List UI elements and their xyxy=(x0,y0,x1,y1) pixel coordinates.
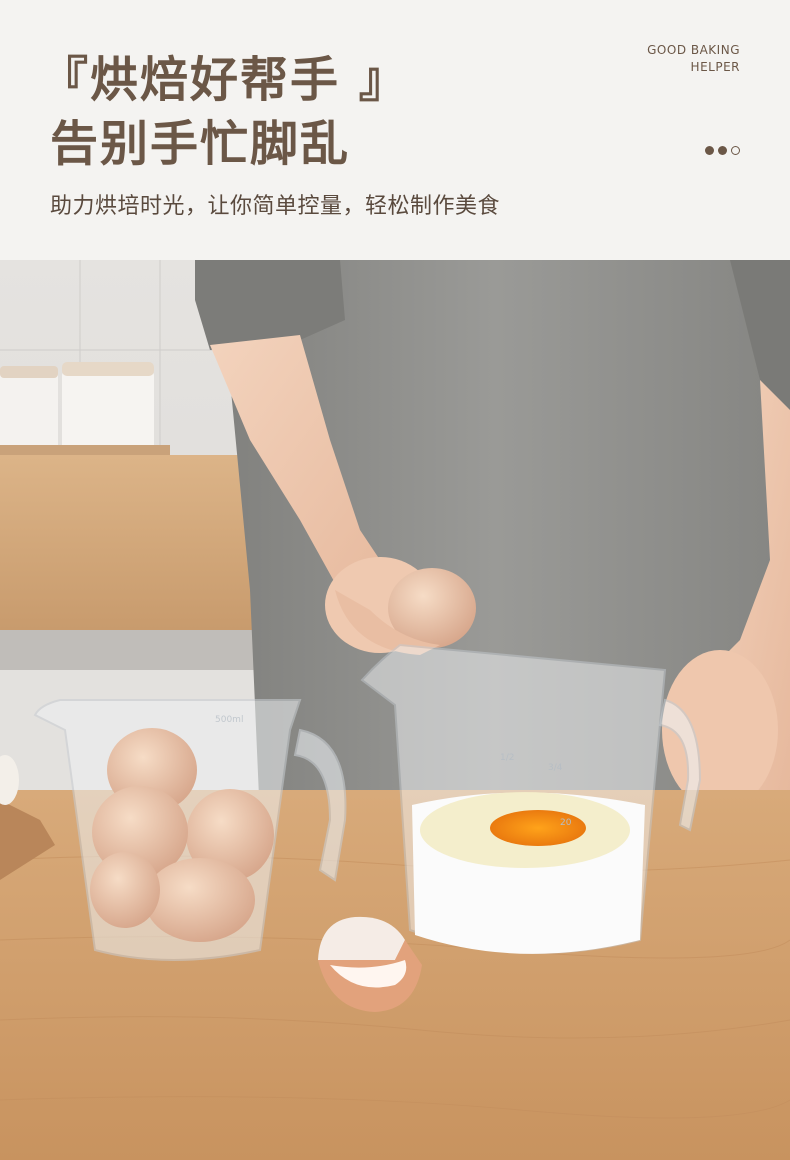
jug-mark-text: 20 xyxy=(560,818,572,828)
page-title-line-2: 告别手忙脚乱 xyxy=(50,116,351,172)
baking-scene-photo: 1/2 20 3/4 500ml xyxy=(0,260,790,1160)
english-tagline-line-2: HELPER xyxy=(690,60,740,74)
dot-icon xyxy=(705,146,714,155)
english-tagline: GOOD BAKING HELPER xyxy=(647,42,740,76)
dot-icon xyxy=(718,146,727,155)
cabinet-edge xyxy=(0,630,290,670)
left-jug-mark: 500ml xyxy=(215,715,243,725)
english-tagline-line-1: GOOD BAKING xyxy=(647,43,740,57)
page-title-line-1: 『烘焙好帮手 』 xyxy=(40,52,409,108)
header-banner: 『烘焙好帮手 』 告别手忙脚乱 GOOD BAKING HELPER 助力烘培时… xyxy=(0,0,790,260)
hollow-dot-icon xyxy=(731,146,740,155)
jug-mark-text: 1/2 xyxy=(500,753,514,763)
subtitle: 助力烘培时光，让你简单控量，轻松制作美食 xyxy=(50,194,501,219)
carousel-dots xyxy=(705,146,740,155)
jug-mark-text: 3/4 xyxy=(548,763,563,773)
